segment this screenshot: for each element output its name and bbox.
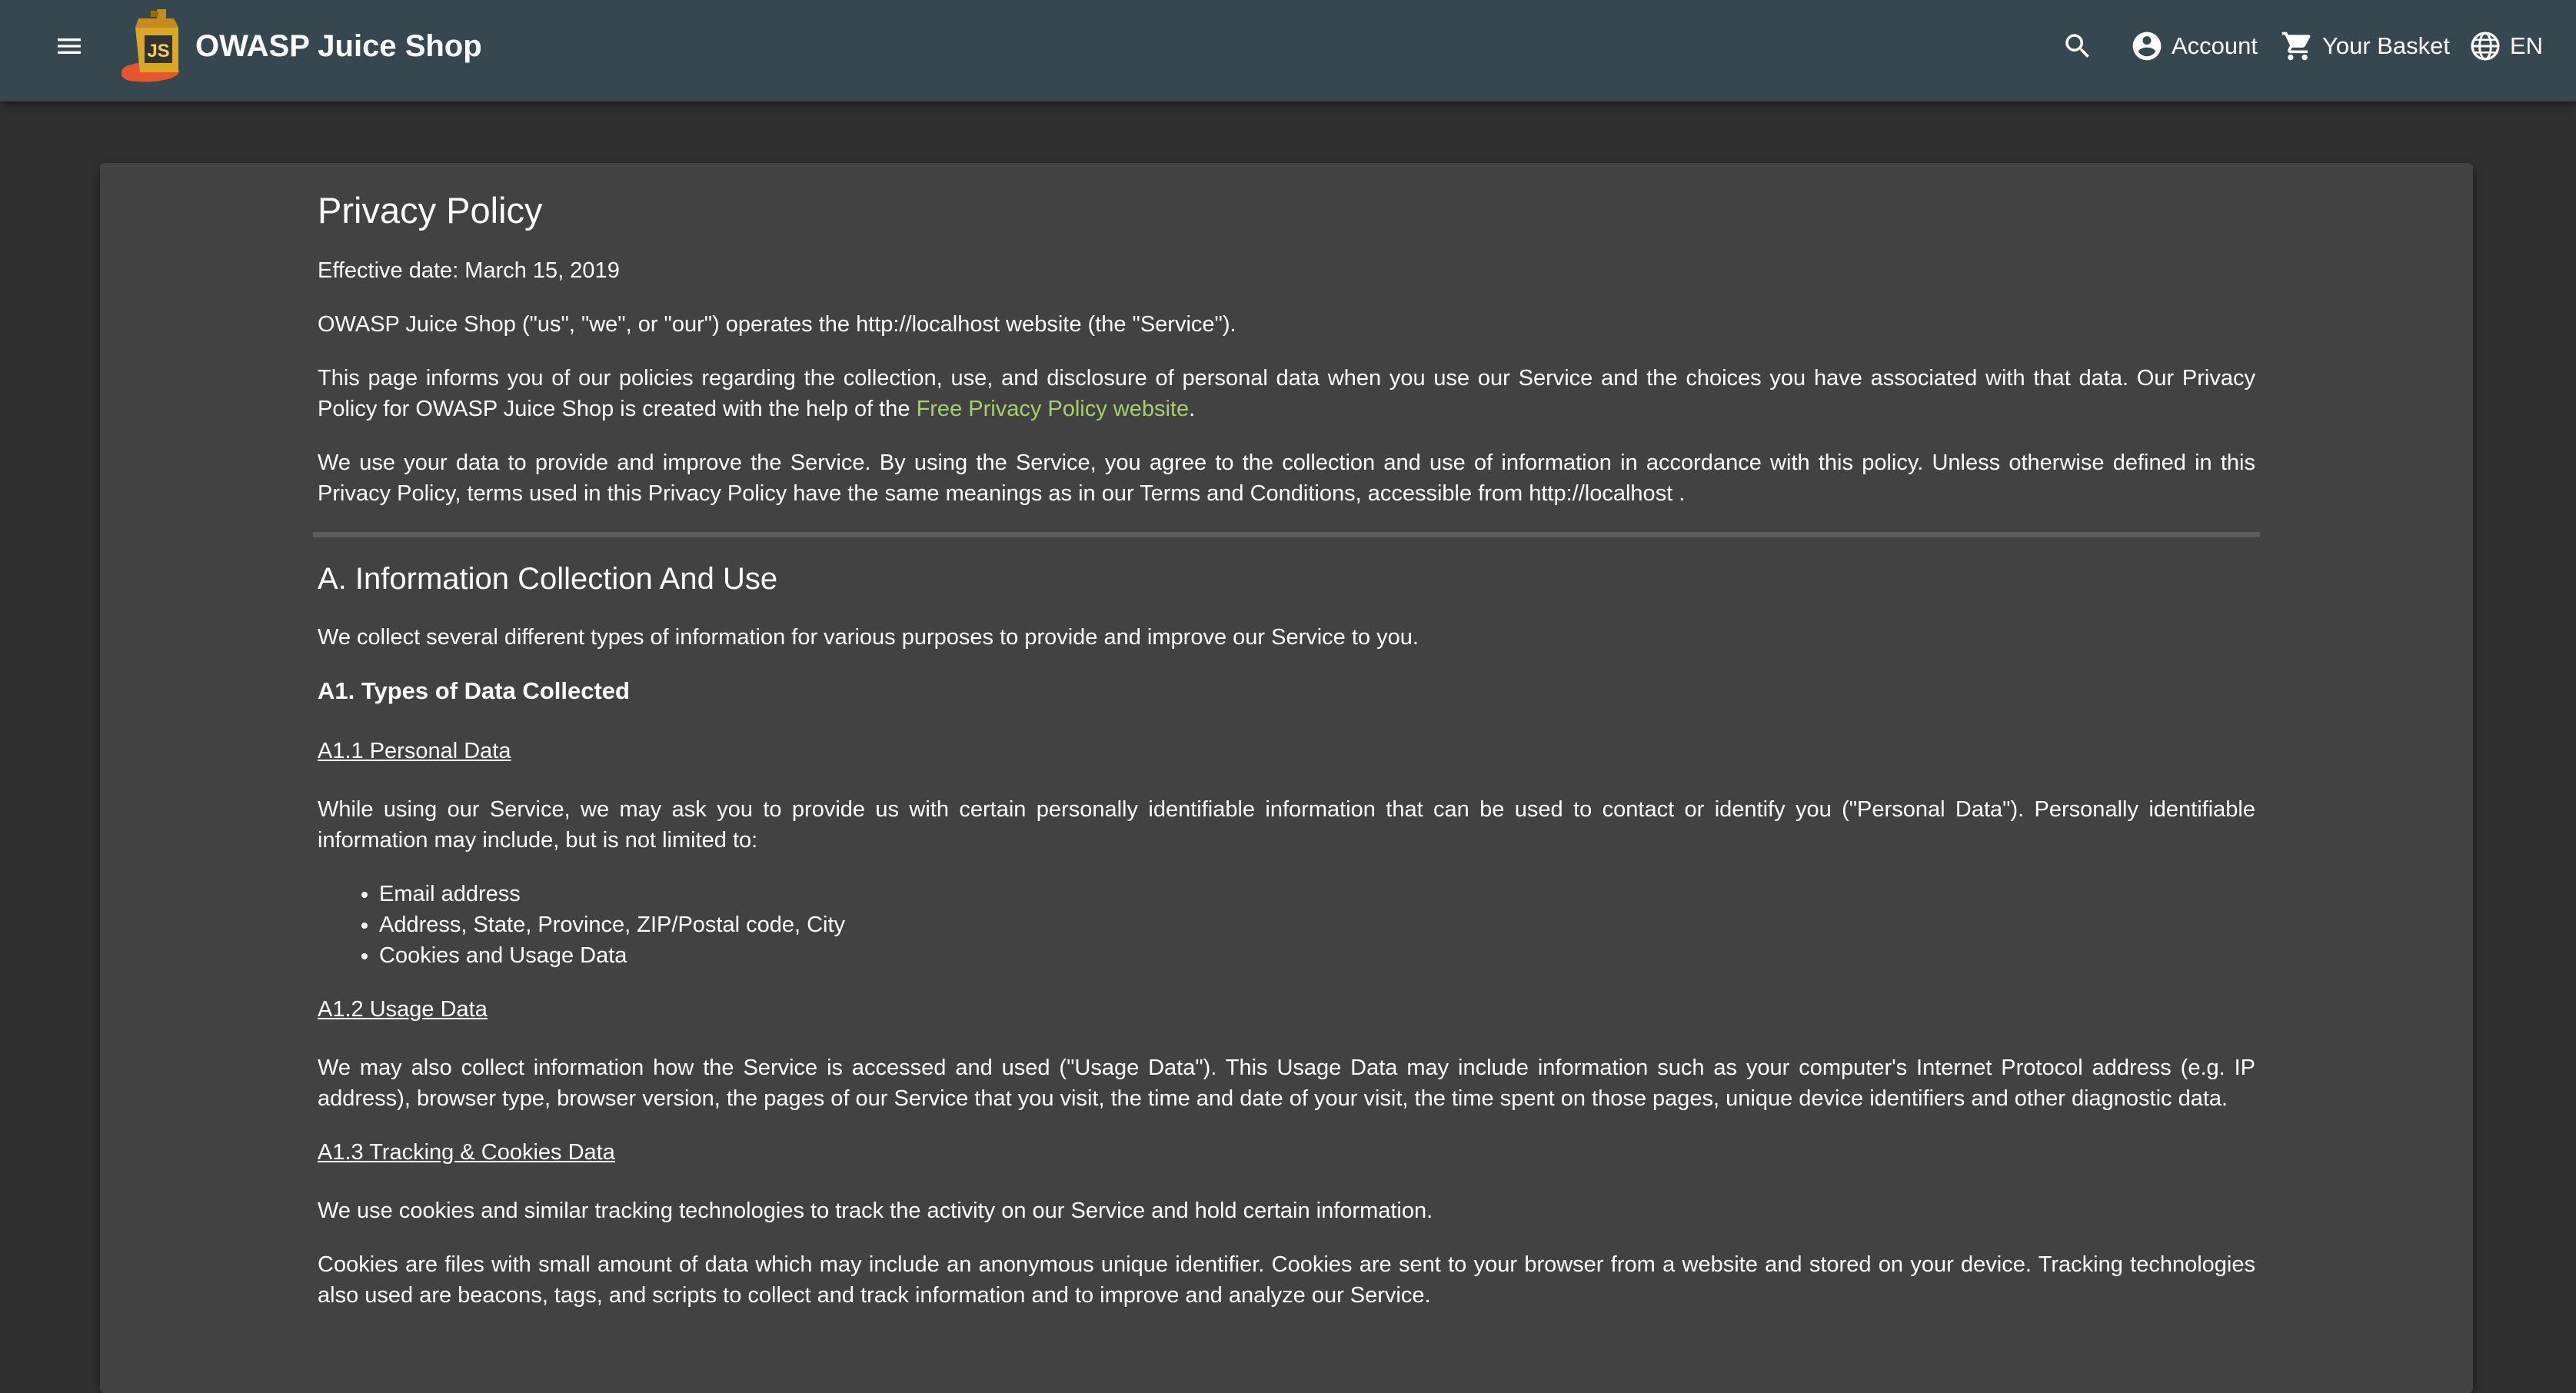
juice-shop-logo[interactable]: JS [117, 5, 195, 88]
effective-date: Effective date: March 15, 2019 [318, 258, 620, 283]
intro-paragraph-2: This page informs you of our policies re… [318, 363, 2255, 424]
personal-data-list: Email address Address, State, Province, … [318, 879, 2255, 971]
section-a13-title: A1.3 Tracking & Cookies Data [318, 1140, 615, 1165]
basket-button[interactable]: Your Basket [2281, 22, 2450, 71]
account-circle-icon [2132, 32, 2162, 61]
menu-button[interactable] [46, 23, 92, 69]
list-item: Address, State, Province, ZIP/Postal cod… [379, 909, 2255, 940]
intro-paragraph-1: OWASP Juice Shop ("us", "we", or "our") … [318, 312, 1236, 337]
section-a11-text: While using our Service, we may ask you … [318, 797, 2255, 853]
shopping-cart-icon [2281, 32, 2311, 61]
list-item: Cookies and Usage Data [379, 940, 2255, 971]
globe-icon [2471, 32, 2500, 61]
account-button[interactable]: Account [2130, 22, 2258, 71]
privacy-policy-card: Privacy Policy Effective date: March 15,… [100, 163, 2473, 1393]
intro-paragraph-3: We use your data to provide and improve … [318, 450, 2255, 506]
svg-text:JS: JS [147, 41, 169, 62]
privacy-policy-content: Privacy Policy Effective date: March 15,… [313, 189, 2260, 1334]
search-button[interactable] [2058, 22, 2098, 71]
app-title[interactable]: OWASP Juice Shop [195, 28, 482, 65]
section-a1-title: A1. Types of Data Collected [318, 677, 630, 704]
search-icon [2065, 34, 2089, 58]
basket-label: Your Basket [2322, 32, 2451, 59]
language-button[interactable]: EN [2468, 22, 2543, 71]
top-toolbar: JS OWASP Juice Shop Account Your Basket … [0, 0, 2576, 101]
section-divider [313, 532, 2260, 537]
section-a-intro: We collect several different types of in… [318, 625, 1419, 650]
section-a11-title: A1.1 Personal Data [318, 739, 511, 763]
list-item: Email address [379, 879, 2255, 909]
language-label: EN [2510, 32, 2544, 59]
section-a12-title: A1.2 Usage Data [318, 997, 488, 1022]
section-a13-text-2: Cookies are files with small amount of d… [318, 1252, 2255, 1308]
intro-paragraph-2-end: . [1189, 397, 1196, 421]
section-a-title: A. Information Collection And Use [318, 562, 778, 596]
section-a13-text-1: We use cookies and similar tracking tech… [318, 1199, 1433, 1223]
page-title: Privacy Policy [318, 190, 543, 231]
account-label: Account [2172, 32, 2258, 59]
hamburger-menu-icon [58, 38, 81, 54]
section-a12-text: We may also collect information how the … [318, 1056, 2255, 1111]
intro-paragraph-2-text: This page informs you of our policies re… [318, 366, 2255, 421]
free-privacy-policy-link[interactable]: Free Privacy Policy website [917, 397, 1190, 421]
